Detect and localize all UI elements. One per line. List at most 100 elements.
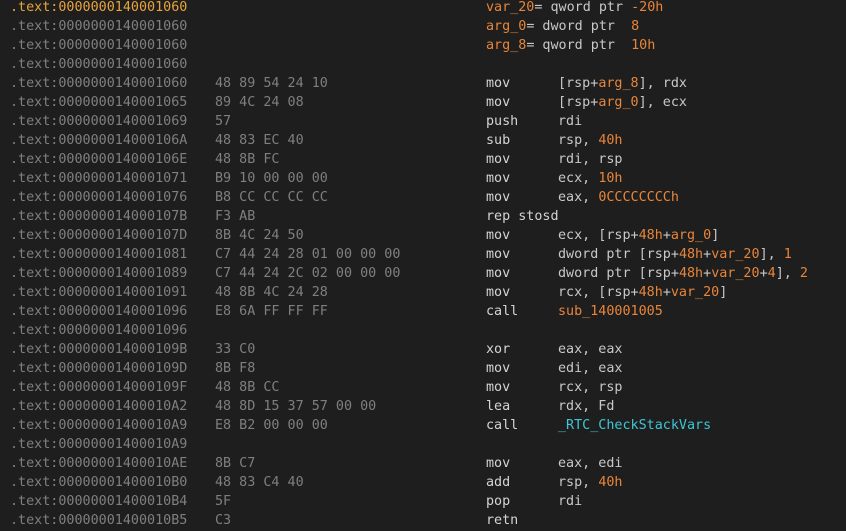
line-address[interactable]: .text:0000000140001060	[10, 74, 187, 93]
stack-variable-ref[interactable]: arg_0	[486, 19, 526, 34]
listing-line[interactable]: .text:0000000140001071 B9 10 00 00 00 mov e…	[0, 169, 846, 188]
line-address[interactable]: .text:00000001400010B4	[10, 492, 187, 511]
listing-line[interactable]: .text:0000000140001096	[0, 321, 846, 340]
operand-text: eax, eax	[558, 342, 623, 357]
subroutine-ref-link[interactable]: sub_140001005	[558, 304, 663, 319]
stack-variable-ref[interactable]: var_20	[486, 0, 534, 15]
listing-line[interactable]: .text:0000000140001089 C7 44 24 2C 02 00 …	[0, 264, 846, 283]
stack-variable-ref[interactable]: arg_0	[671, 228, 711, 243]
listing-line[interactable]: .text:00000001400010A2 48 8D 15 37 57 00 …	[0, 397, 846, 416]
disassembly-listing[interactable]: .text:0000000140001060 var_20= qword ptr …	[0, 0, 846, 531]
line-address[interactable]: .text:00000001400010AE	[10, 454, 187, 473]
line-address[interactable]: .text:0000000140001069	[10, 112, 187, 131]
line-address[interactable]: .text:0000000140001081	[10, 245, 187, 264]
numeric-constant: 2	[799, 266, 808, 281]
line-address[interactable]: .text:00000001400010A9	[10, 435, 187, 454]
line-address[interactable]: .text:0000000140001060	[10, 17, 187, 36]
line-address[interactable]: .text:00000001400010B5	[10, 511, 187, 530]
opcode-bytes: 48 8B FC	[215, 152, 280, 167]
numeric-constant: 10h	[631, 38, 656, 53]
listing-line[interactable]: .text:000000014000107B F3 AB rep stosd	[0, 207, 846, 226]
line-address[interactable]: .text:000000014000106E	[10, 150, 187, 169]
listing-line[interactable]: .text:0000000140001065 89 4C 24 08 mov [rsp…	[0, 93, 846, 112]
listing-line[interactable]: .text:000000014000109B 33 C0 xor eax, eax	[0, 340, 846, 359]
line-address[interactable]: .text:000000014000107B	[10, 207, 187, 226]
listing-line[interactable]: .text:000000014000109D 8B F8 mov edi, eax	[0, 359, 846, 378]
listing-line[interactable]: .text:000000014000106E 48 8B FC mov rdi, rs…	[0, 150, 846, 169]
operand-text: edi, eax	[558, 361, 623, 376]
line-address[interactable]: .text:000000014000107D	[10, 226, 187, 245]
numeric-constant: 40h	[598, 475, 623, 490]
listing-line[interactable]: .text:00000001400010B5 C3 retn	[0, 511, 846, 530]
stack-variable-ref[interactable]: arg_0	[598, 95, 638, 110]
listing-line[interactable]: .text:00000001400010AE 8B C7 mov eax, edi	[0, 454, 846, 473]
line-address[interactable]: .text:0000000140001071	[10, 169, 187, 188]
operand-text: +	[759, 266, 768, 281]
listing-line[interactable]: .text:000000014000109F 48 8B CC mov rcx, rs…	[0, 378, 846, 397]
opcode-bytes: F3 AB	[215, 209, 256, 224]
stack-variable-ref[interactable]: var_20	[711, 247, 759, 262]
instruction-mnemonic: lea	[486, 399, 511, 414]
line-address[interactable]: .text:000000014000109F	[10, 378, 187, 397]
operand-text: +	[662, 228, 671, 243]
line-address[interactable]: .text:0000000140001060	[10, 0, 187, 17]
line-address[interactable]: .text:000000014000106A	[10, 131, 187, 150]
listing-line[interactable]: .text:0000000140001060 48 89 54 24 10 mov […	[0, 74, 846, 93]
stack-variable-ref[interactable]: var_20	[711, 266, 759, 281]
instruction-operands: [rsp+arg_0], ecx	[558, 93, 687, 112]
operand-text: ],	[775, 266, 800, 281]
listing-line[interactable]: .text:000000014000107D 8B 4C 24 50 mov ecx,…	[0, 226, 846, 245]
operand-text: rcx, rsp	[558, 380, 623, 395]
line-address[interactable]: .text:0000000140001096	[10, 302, 187, 321]
instruction-mnemonic: mov	[486, 456, 511, 471]
stack-variable-ref[interactable]: arg_8	[486, 38, 526, 53]
instruction-mnemonic: mov	[486, 361, 511, 376]
listing-line[interactable]: .text:0000000140001076 B8 CC CC CC CC mov e…	[0, 188, 846, 207]
stack-variable-ref[interactable]: arg_8	[598, 76, 638, 91]
listing-line[interactable]: .text:0000000140001096 E8 6A FF FF FF call…	[0, 302, 846, 321]
listing-line[interactable]: .text:00000001400010A9 E8 B2 00 00 00 call…	[0, 416, 846, 435]
operand-text: = dword ptr	[526, 19, 632, 34]
listing-line[interactable]: .text:0000000140001060 arg_0= dword ptr 8	[0, 17, 846, 36]
line-address[interactable]: .text:00000001400010A2	[10, 397, 187, 416]
listing-line[interactable]: .text:0000000140001081 C7 44 24 28 01 00 …	[0, 245, 846, 264]
operand-text: +	[703, 266, 712, 281]
opcode-bytes: 48 8B 4C 24 28	[215, 285, 328, 300]
numeric-constant: 48h	[638, 285, 663, 300]
listing-line[interactable]: .text:00000001400010B0 48 83 C4 40 add rsp,…	[0, 473, 846, 492]
line-address[interactable]: .text:0000000140001089	[10, 264, 187, 283]
listing-line[interactable]: .text:0000000140001060	[0, 55, 846, 74]
instruction-operands: eax, eax	[558, 340, 623, 359]
line-address[interactable]: .text:0000000140001096	[10, 321, 187, 340]
stack-var-declaration: arg_0= dword ptr 8	[486, 17, 639, 36]
listing-line[interactable]: .text:0000000140001060 arg_8= qword ptr 1…	[0, 36, 846, 55]
line-address[interactable]: .text:0000000140001091	[10, 283, 187, 302]
line-address[interactable]: .text:0000000140001060	[10, 55, 187, 74]
line-address[interactable]: .text:00000001400010B0	[10, 473, 187, 492]
listing-line[interactable]: .text:00000001400010B4 5F pop rdi	[0, 492, 846, 511]
operand-text: = qword ptr	[526, 38, 632, 53]
line-address[interactable]: .text:000000014000109B	[10, 340, 187, 359]
operand-text: rdi	[558, 114, 583, 129]
listing-line[interactable]: .text:000000014000106A 48 83 EC 40 sub rsp,…	[0, 131, 846, 150]
instruction-mnemonic: xor	[486, 342, 511, 357]
operand-text: [rsp+	[558, 95, 599, 110]
listing-line[interactable]: .text:0000000140001060 var_20= qword ptr …	[0, 0, 846, 17]
listing-line[interactable]: .text:0000000140001091 48 8B 4C 24 28 mov r…	[0, 283, 846, 302]
opcode-bytes: 5F	[215, 494, 232, 509]
line-address[interactable]: .text:0000000140001060	[10, 36, 187, 55]
line-address[interactable]: .text:0000000140001065	[10, 93, 187, 112]
listing-line[interactable]: .text:0000000140001069 57 push rdi	[0, 112, 846, 131]
stack-variable-ref[interactable]: var_20	[671, 285, 719, 300]
opcode-bytes: 48 83 C4 40	[215, 475, 304, 490]
line-address[interactable]: .text:000000014000109D	[10, 359, 187, 378]
operand-text: rdi, rsp	[558, 152, 623, 167]
line-address[interactable]: .text:00000001400010A9	[10, 416, 187, 435]
opcode-bytes: 48 89 54 24 10	[215, 76, 328, 91]
numeric-constant: 48h	[678, 266, 704, 281]
operand-text: rsp,	[558, 475, 599, 490]
instruction-operands: rcx, [rsp+48h+var_20]	[558, 283, 727, 302]
listing-line[interactable]: .text:00000001400010A9	[0, 435, 846, 454]
line-address[interactable]: .text:0000000140001076	[10, 188, 187, 207]
function-ref-link[interactable]: _RTC_CheckStackVars	[558, 418, 711, 433]
